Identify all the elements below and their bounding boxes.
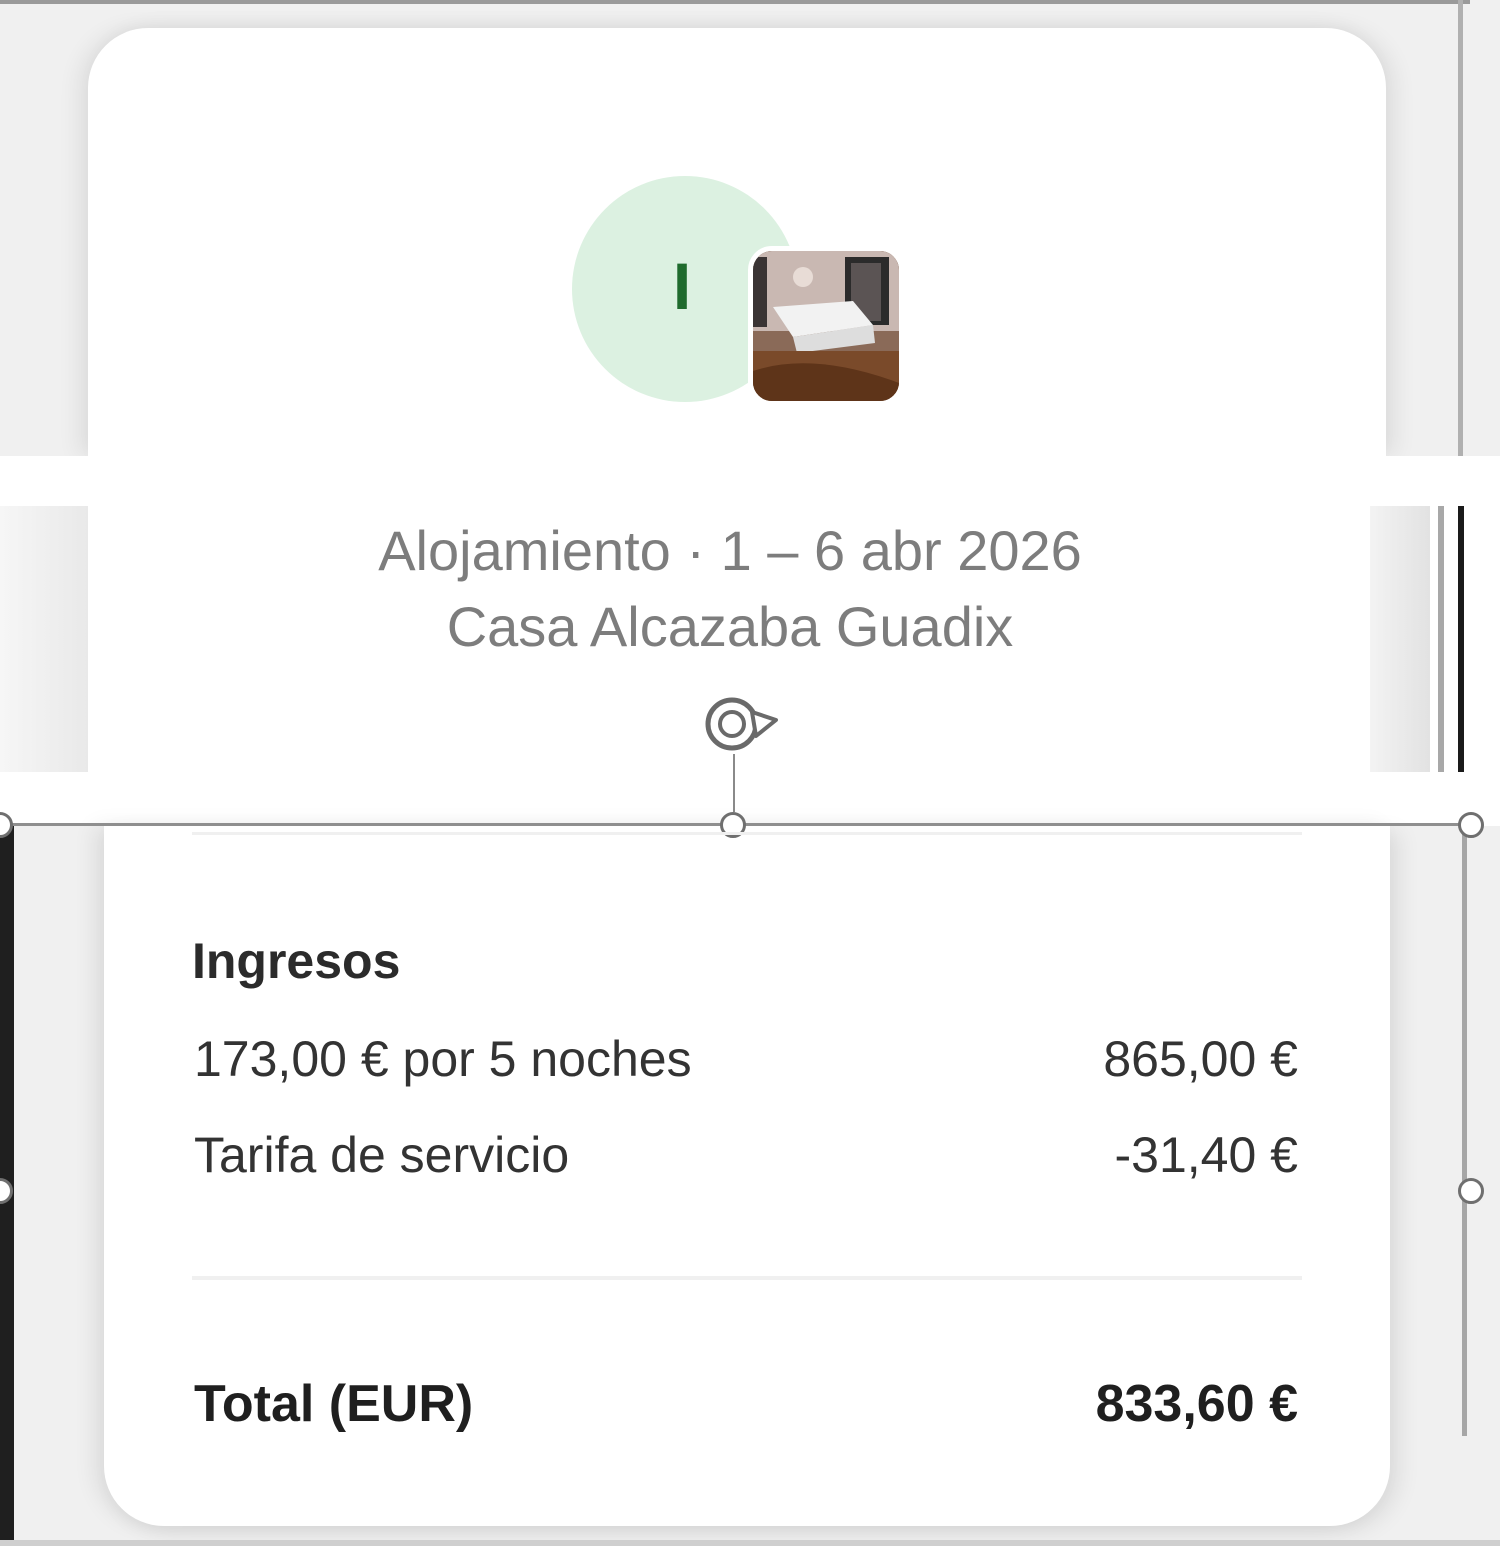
rotate-icon[interactable] xyxy=(696,690,782,756)
stay-dates: 1 – 6 abr 2026 xyxy=(720,519,1082,582)
nightly-rate-value: 865,00 € xyxy=(1103,1031,1298,1087)
avatar-initial: I xyxy=(672,249,692,323)
bedroom-photo-icon xyxy=(753,251,899,401)
listing-name: Casa Alcazaba Guadix xyxy=(446,595,1014,658)
service-fee-value: -31,40 € xyxy=(1114,1127,1298,1183)
selection-handle-top-right[interactable] xyxy=(1458,812,1484,838)
canvas-right-rule xyxy=(1458,0,1463,456)
listing-photo xyxy=(748,246,904,406)
canvas-top-edge xyxy=(0,0,1470,4)
stay-summary: Alojamiento · 1 – 6 abr 2026 xyxy=(0,518,1460,583)
total-label: Total (EUR) xyxy=(194,1375,474,1433)
nightly-rate-label: 173,00 € por 5 noches xyxy=(194,1031,692,1087)
separator-dot: · xyxy=(686,519,706,582)
divider xyxy=(192,1276,1302,1280)
service-fee-label: Tarifa de servicio xyxy=(194,1127,570,1183)
total-value: 833,60 € xyxy=(1095,1375,1298,1433)
section-title-earnings: Ingresos xyxy=(192,933,401,989)
stay-label: Alojamiento xyxy=(378,519,671,582)
canvas-right-rule xyxy=(1462,826,1467,1436)
rotate-handle-stem xyxy=(733,754,735,812)
selection-handle-right[interactable] xyxy=(1458,1178,1484,1204)
canvas-bottom-edge xyxy=(0,1540,1500,1546)
gap-band xyxy=(0,456,1500,506)
divider xyxy=(192,832,1302,835)
